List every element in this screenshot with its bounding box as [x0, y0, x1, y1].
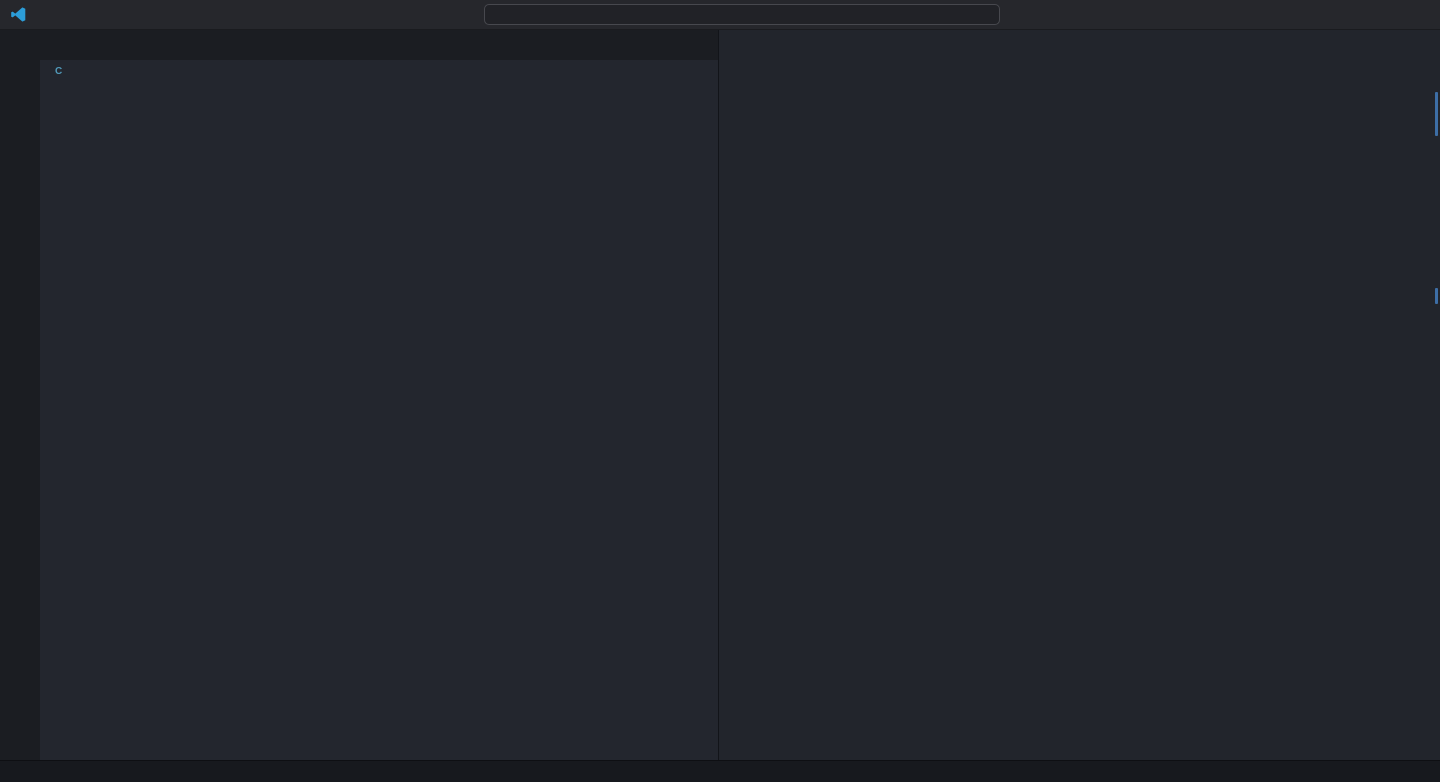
bottom-panel — [718, 30, 1440, 760]
line-number-gutter — [40, 82, 92, 760]
editor-tabs — [40, 30, 718, 60]
code-editor[interactable] — [40, 82, 718, 760]
breadcrumb[interactable]: C — [40, 60, 718, 82]
vscode-logo — [0, 6, 36, 23]
command-center-search[interactable] — [484, 4, 1000, 25]
terminal[interactable] — [719, 60, 1440, 760]
activity-bar — [0, 30, 40, 760]
editor-group: C — [40, 30, 718, 760]
vscode-window: C — [0, 0, 1440, 782]
title-bar — [0, 0, 1440, 30]
terminal-scrollbar-mark — [1435, 288, 1438, 304]
cpp-file-icon: C — [55, 66, 62, 77]
code-content — [92, 82, 662, 760]
status-bar — [0, 760, 1440, 782]
minimap[interactable] — [662, 82, 718, 760]
editor-actions — [710, 30, 718, 60]
terminal-scrollbar-mark — [1435, 92, 1438, 136]
panel-header — [719, 30, 1440, 60]
